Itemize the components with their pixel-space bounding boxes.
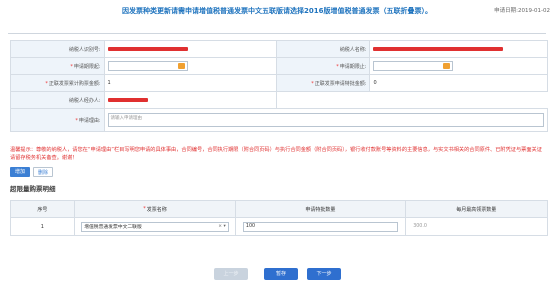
warning-notice: 温馨提示：尊敬的纳税人，请您在“申请理由”栏目写明您申请的具体事由，合同编号，合… <box>10 147 542 161</box>
add-button[interactable]: 增加 <box>10 167 30 177</box>
period-end-input[interactable] <box>373 61 454 71</box>
handler-label: 纳税人经办人: <box>10 91 105 109</box>
special-amount-label: *正联发票申请特批金额: <box>275 74 371 92</box>
save-draft-button[interactable]: 暂存 <box>264 268 298 280</box>
period-start-input[interactable] <box>107 61 188 71</box>
period-start-label: *申请期限起: <box>10 57 105 75</box>
prev-step-button[interactable]: 上一步 <box>214 268 248 280</box>
invoice-name-select[interactable]: 增值税普通发票中文二联版 × ▾ <box>81 221 229 232</box>
chevron-down-icon[interactable]: ▾ <box>223 224 225 229</box>
next-step-button[interactable]: 下一步 <box>307 268 341 280</box>
section-title: 超限量购票明细 <box>10 185 56 193</box>
table-header: 序号 * 发票名称 申请特批数量 每月最高领票数量 <box>10 200 548 218</box>
redacted-id <box>107 46 188 51</box>
redacted-name <box>373 46 504 51</box>
period-end-label: *申请期限止: <box>275 57 371 75</box>
page-title: 因发票种类更新请需申请增值税普通发票中文五联版请选择2016版增值税普通发票（五… <box>122 7 432 15</box>
apply-qty-input[interactable]: 100 <box>242 221 398 232</box>
clear-icon[interactable]: × <box>218 224 222 229</box>
taxpayer-name-value <box>369 40 548 58</box>
monthly-max-value: 300.0 <box>411 221 542 232</box>
handler-value <box>103 91 277 109</box>
table-row: 1 增值税普通发票中文二联版 × ▾ 100 300.0 <box>10 218 548 236</box>
calendar-icon[interactable] <box>177 63 185 69</box>
redacted-handler <box>107 97 148 102</box>
column-header-apply-qty: 申请特批数量 <box>236 201 406 217</box>
cumulative-amount-label: *正联发票累计购票金额: <box>10 74 105 92</box>
taxpayer-name-label: 纳税人名称: <box>275 40 371 58</box>
title-divider <box>8 33 546 34</box>
calendar-icon[interactable] <box>443 63 451 69</box>
application-form: 纳税人识别号: 纳税人名称: *申请期限起: *申请期限止: *正联发票累计购票… <box>10 40 548 132</box>
taxpayer-id-value <box>103 40 277 58</box>
detail-table: 序号 * 发票名称 申请特批数量 每月最高领票数量 1 增值税普通发票中文二联版 … <box>10 200 548 236</box>
special-amount-value: 0 <box>369 74 548 92</box>
column-header-invoice-name: * 发票名称 <box>75 201 237 217</box>
apply-date: 申请日期:2019-01-02 <box>494 8 550 14</box>
row-index: 1 <box>11 218 75 235</box>
delete-button[interactable]: 删除 <box>33 167 53 177</box>
column-header-index: 序号 <box>11 201 75 217</box>
column-header-monthly-max: 每月最高领票数量 <box>456 206 497 213</box>
cumulative-amount-value: 1 <box>103 74 277 92</box>
reason-label: *申请理由: <box>10 108 105 132</box>
taxpayer-id-label: 纳税人识别号: <box>10 40 105 58</box>
reason-textarea[interactable]: 请输入申请理由 <box>107 113 544 127</box>
